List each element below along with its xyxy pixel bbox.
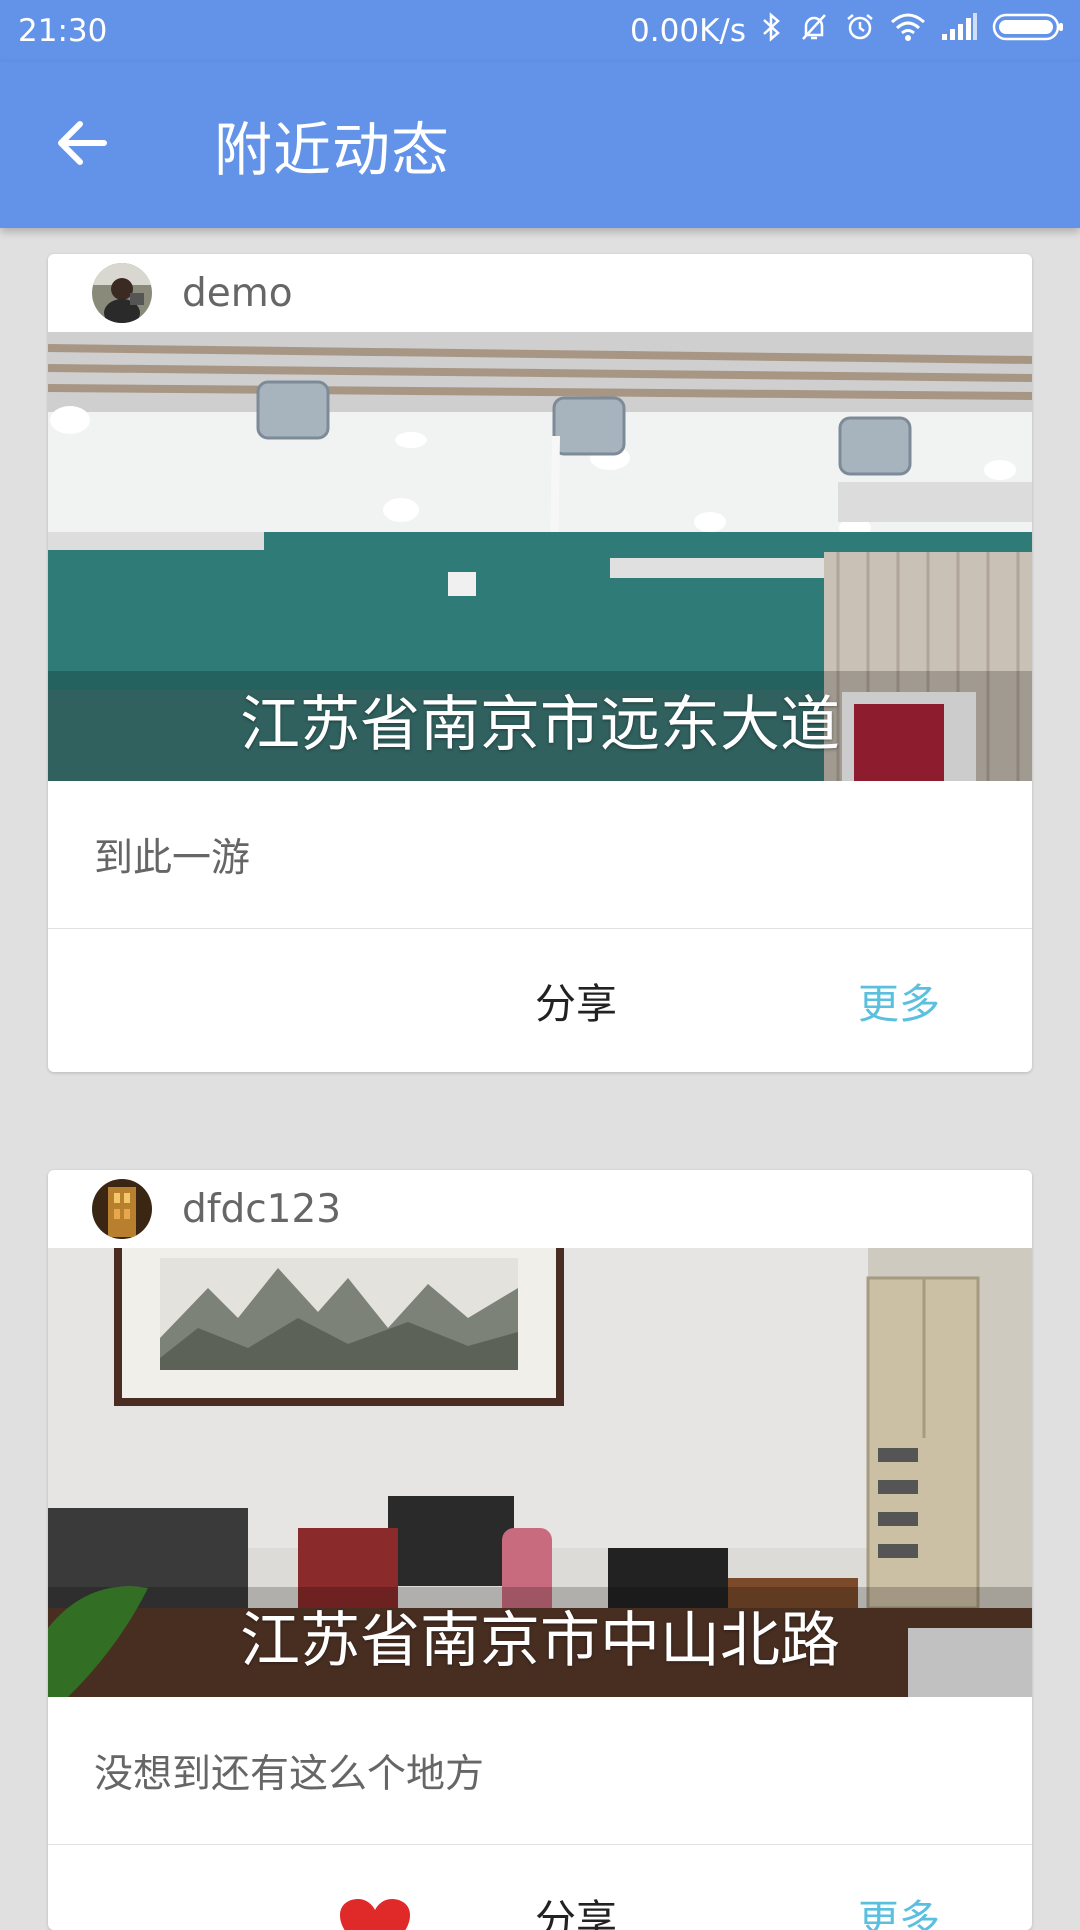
page-title: 附近动态: [214, 116, 451, 184]
location-label: 江苏省南京市中山北路: [240, 1606, 840, 1676]
bluetooth-icon: [760, 11, 784, 51]
status-icons: 0.00K/s: [630, 11, 1064, 51]
username[interactable]: demo: [182, 271, 293, 316]
post-header: dfdc123: [48, 1170, 1032, 1248]
post-photo[interactable]: 江苏省南京市中山北路: [48, 1248, 1032, 1697]
post-description: 到此一游: [48, 781, 1032, 929]
bell-off-icon: [798, 11, 830, 51]
avatar[interactable]: [92, 1179, 152, 1239]
location-label: 江苏省南京市远东大道: [240, 690, 840, 760]
post-card: demo 江苏省南京市远东大道 到此一游 分享 更多: [48, 254, 1032, 1072]
more-button[interactable]: 更多: [858, 1845, 940, 1930]
signal-icon: [940, 12, 978, 50]
alarm-icon: [844, 11, 876, 51]
battery-icon: [992, 11, 1064, 51]
post-header: demo: [48, 254, 1032, 332]
post-description: 没想到还有这么个地方: [48, 1697, 1032, 1845]
avatar[interactable]: [92, 263, 152, 323]
app-bar: 附近动态: [0, 62, 1080, 228]
heart-icon[interactable]: [338, 1897, 412, 1930]
share-button[interactable]: 分享: [535, 1845, 617, 1930]
username[interactable]: dfdc123: [182, 1187, 341, 1232]
arrow-left-icon: [54, 116, 108, 174]
net-speed: 0.00K/s: [630, 13, 746, 49]
status-bar: 21:30 0.00K/s: [0, 0, 1080, 62]
post-photo[interactable]: 江苏省南京市远东大道: [48, 332, 1032, 781]
more-button[interactable]: 更多: [858, 929, 940, 1071]
status-time: 21:30: [18, 13, 108, 49]
post-card: dfdc123 江苏省南京市中山北路 没想到还有这么个地方 分享 更多: [48, 1170, 1032, 1930]
back-button[interactable]: [0, 62, 166, 228]
share-button[interactable]: 分享: [535, 929, 617, 1071]
post-actions: 分享 更多: [48, 929, 1032, 1071]
wifi-icon: [890, 12, 926, 50]
post-actions: 分享 更多: [48, 1845, 1032, 1930]
